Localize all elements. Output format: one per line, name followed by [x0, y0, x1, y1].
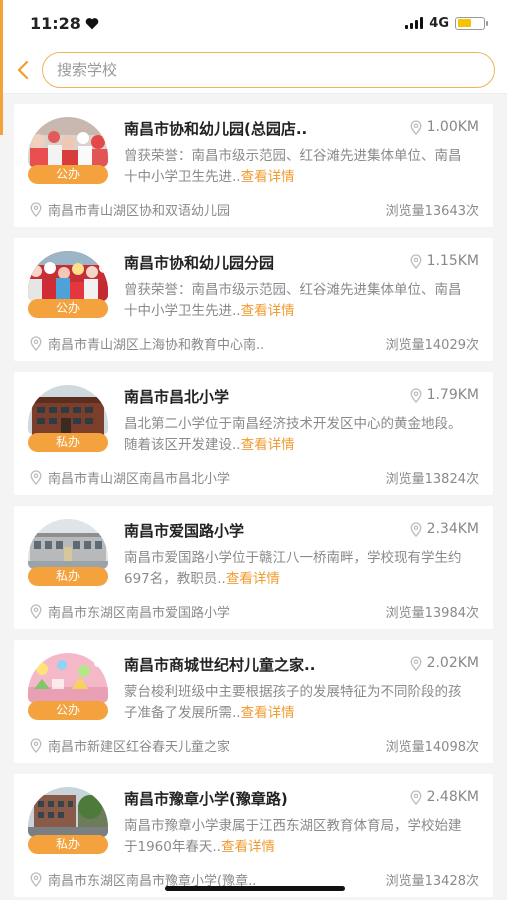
address-text: 南昌市青山湖区协和双语幼儿园	[48, 204, 231, 219]
back-button[interactable]	[10, 55, 36, 85]
location-pin-icon	[30, 738, 42, 753]
school-description: 南昌市爱国路小学位于赣江八一桥南畔，学校现有学生约697名，教职员..查看详情	[124, 548, 474, 590]
distance-text: 1.79KM	[426, 387, 479, 403]
view-details-link[interactable]: 查看详情	[241, 303, 295, 319]
view-details-link[interactable]: 查看详情	[226, 571, 280, 587]
distance-text: 2.34KM	[426, 521, 479, 537]
school-description: 南昌市豫章小学隶属于江西东湖区教育体育局，学校始建于1960年春天..查看详情	[124, 816, 474, 858]
time-text: 11:28	[30, 13, 81, 33]
edge-accent	[0, 0, 3, 135]
address-text: 南昌市东湖区南昌市爱国路小学	[48, 606, 231, 621]
view-count: 浏览量13824次	[385, 472, 479, 487]
search-box[interactable]	[42, 51, 495, 88]
location-pin-icon	[30, 336, 42, 351]
status-time: 11:28	[30, 14, 99, 33]
distance: 1.79KM	[410, 387, 479, 403]
distance: 2.34KM	[410, 521, 479, 537]
school-type-badge: 公办	[28, 165, 108, 184]
school-card[interactable]: 公办 南昌市协和幼儿园(总园店.. 1.00KM 曾获荣誉：南昌市级示范园、红谷…	[14, 104, 493, 227]
location-pin-icon	[30, 202, 42, 217]
school-name: 南昌市商城世纪村儿童之家..	[124, 656, 316, 674]
school-photo	[28, 519, 108, 569]
network-label: 4G	[429, 15, 449, 31]
school-card[interactable]: 公办 南昌市协和幼儿园分园 1.15KM 曾获荣誉：南昌市级示范园、红谷滩先进集…	[14, 238, 493, 361]
school-type-badge: 私办	[28, 433, 108, 452]
distance: 1.00KM	[410, 119, 479, 135]
school-name: 南昌市昌北小学	[124, 388, 230, 406]
distance-text: 1.15KM	[426, 253, 479, 269]
heart-icon	[85, 17, 99, 29]
school-card[interactable]: 私办 南昌市昌北小学 1.79KM 昌北第二小学位于南昌经济技术开发区中心的黄金…	[14, 372, 493, 495]
view-count: 浏览量14029次	[385, 338, 479, 353]
school-name: 南昌市爱国路小学	[124, 522, 245, 540]
description-text: 南昌市豫章小学隶属于江西东湖区教育体育局，学校始建于1960年春天..	[124, 818, 462, 855]
view-count: 浏览量13984次	[385, 606, 479, 621]
school-card[interactable]: 私办 南昌市爱国路小学 2.34KM 南昌市爱国路小学位于赣江八一桥南畔，学校现…	[14, 506, 493, 629]
search-header	[0, 46, 507, 94]
school-type-badge: 公办	[28, 701, 108, 720]
home-indicator[interactable]	[165, 886, 345, 891]
school-address: 南昌市新建区红谷春天儿童之家	[30, 736, 230, 755]
view-details-link[interactable]: 查看详情	[241, 705, 295, 721]
school-type-badge: 私办	[28, 835, 108, 854]
view-count: 浏览量14098次	[385, 740, 479, 755]
distance: 2.48KM	[410, 789, 479, 805]
battery-icon	[455, 16, 488, 30]
distance-text: 2.48KM	[426, 789, 479, 805]
distance: 2.02KM	[410, 655, 479, 671]
school-address: 南昌市青山湖区协和双语幼儿园	[30, 200, 230, 219]
status-indicators: 4G	[405, 15, 488, 31]
location-pin-icon	[410, 119, 422, 135]
description-text: 南昌市爱国路小学位于赣江八一桥南畔，学校现有学生约697名，教职员..	[124, 550, 462, 587]
location-pin-icon	[30, 470, 42, 485]
school-name: 南昌市协和幼儿园分园	[124, 254, 275, 272]
school-photo	[28, 787, 108, 837]
school-name: 南昌市豫章小学(豫章路)	[124, 790, 288, 808]
search-input[interactable]	[57, 60, 480, 79]
location-pin-icon	[410, 521, 422, 537]
view-details-link[interactable]: 查看详情	[221, 839, 275, 855]
school-card[interactable]: 公办 南昌市商城世纪村儿童之家.. 2.02KM 蒙台梭利班级中主要根据孩子的发…	[14, 640, 493, 763]
distance-text: 1.00KM	[426, 119, 479, 135]
school-photo	[28, 117, 108, 167]
status-bar: 11:28 4G	[0, 0, 507, 46]
school-description: 昌北第二小学位于南昌经济技术开发区中心的黄金地段。随着该区开发建设..查看详情	[124, 414, 474, 456]
location-pin-icon	[410, 789, 422, 805]
location-pin-icon	[30, 872, 42, 887]
school-name: 南昌市协和幼儿园(总园店..	[124, 120, 308, 138]
school-description: 曾获荣誉：南昌市级示范园、红谷滩先进集体单位、南昌十中小学卫生先进..查看详情	[124, 146, 474, 188]
location-pin-icon	[30, 604, 42, 619]
school-type-badge: 公办	[28, 299, 108, 318]
school-address: 南昌市东湖区南昌市爱国路小学	[30, 602, 230, 621]
school-list: 公办 南昌市协和幼儿园(总园店.. 1.00KM 曾获荣誉：南昌市级示范园、红谷…	[0, 94, 507, 897]
address-text: 南昌市青山湖区上海协和教育中心南..	[48, 338, 265, 353]
school-card[interactable]: 私办 南昌市豫章小学(豫章路) 2.48KM 南昌市豫章小学隶属于江西东湖区教育…	[14, 774, 493, 897]
view-count: 浏览量13643次	[385, 204, 479, 219]
school-address: 南昌市青山湖区南昌市昌北小学	[30, 468, 230, 487]
signal-icon	[405, 17, 424, 29]
distance: 1.15KM	[410, 253, 479, 269]
school-photo	[28, 385, 108, 435]
address-text: 南昌市青山湖区南昌市昌北小学	[48, 472, 231, 487]
distance-text: 2.02KM	[426, 655, 479, 671]
school-type-badge: 私办	[28, 567, 108, 586]
location-pin-icon	[410, 387, 422, 403]
school-address: 南昌市青山湖区上海协和教育中心南..	[30, 334, 264, 353]
school-photo	[28, 251, 108, 301]
chevron-left-icon	[17, 60, 29, 79]
view-count: 浏览量13428次	[385, 874, 479, 889]
view-details-link[interactable]: 查看详情	[241, 437, 295, 453]
school-photo	[28, 653, 108, 703]
address-text: 南昌市新建区红谷春天儿童之家	[48, 740, 231, 755]
school-description: 蒙台梭利班级中主要根据孩子的发展特征为不同阶段的孩子准备了发展所需..查看详情	[124, 682, 474, 724]
school-description: 曾获荣誉：南昌市级示范园、红谷滩先进集体单位、南昌十中小学卫生先进..查看详情	[124, 280, 474, 322]
location-pin-icon	[410, 655, 422, 671]
location-pin-icon	[410, 253, 422, 269]
view-details-link[interactable]: 查看详情	[241, 169, 295, 185]
